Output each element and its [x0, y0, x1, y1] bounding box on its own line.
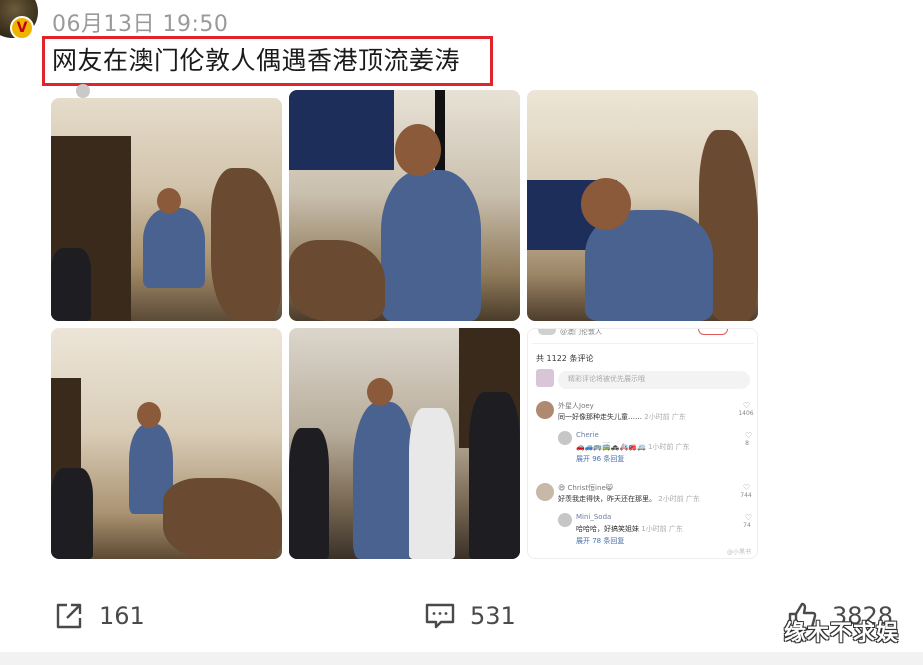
photo-2[interactable]	[289, 90, 520, 321]
photo-3[interactable]	[527, 90, 758, 321]
photo-1[interactable]	[51, 98, 282, 321]
heart-icon: ♡	[742, 401, 750, 410]
embedded-watermark: @小黑书	[726, 549, 751, 556]
bystander	[51, 468, 93, 559]
statue	[163, 478, 282, 559]
commenter-avatar	[536, 483, 554, 501]
statue	[211, 168, 281, 321]
heart-icon: ♡	[742, 483, 750, 492]
person-head	[157, 188, 181, 214]
comment-input: 精彩评论将被优先展示哦	[558, 371, 750, 389]
reply-text: 哈哈哈，好搞笑姐妹 1小时前 广东	[576, 525, 683, 533]
awning	[289, 90, 394, 170]
person-head	[137, 402, 161, 428]
follow-button	[698, 329, 728, 335]
reply-likes: 8	[745, 440, 749, 447]
heart-icon: ♡	[744, 431, 752, 440]
commenter-name: 😄 Christ恒ine😸	[558, 484, 614, 492]
comment-text: 同一好像那种走失儿童…… 2小时前 广东	[558, 413, 686, 421]
divider	[532, 343, 754, 344]
verified-badge-icon: V	[10, 16, 34, 40]
commenter-avatar	[536, 401, 554, 419]
statue	[289, 240, 385, 321]
share-count: 161	[99, 602, 145, 630]
post-title: 网友在澳门伦敦人偶遇香港顶流姜涛	[52, 46, 461, 75]
reply-text: 🚗🚙🚌🚎🚓🚑🚒🚐 1小时前 广东	[576, 443, 690, 451]
sticker-icon	[536, 369, 554, 387]
comment-button[interactable]: 531	[424, 597, 516, 635]
replier-avatar	[558, 431, 572, 445]
bystander	[469, 392, 520, 559]
embedded-post-header	[76, 84, 176, 98]
reply-likes: 74	[743, 522, 751, 529]
share-button[interactable]: 161	[53, 597, 145, 635]
bottom-divider	[0, 652, 923, 665]
replier-name: Mini_Soda	[576, 513, 612, 521]
watermark-text: 缘木不求娱	[784, 621, 900, 646]
replier-avatar	[558, 513, 572, 527]
bystander	[289, 428, 329, 559]
embedded-avatar	[538, 329, 556, 335]
post-timestamp: 06月13日 19:50	[52, 12, 229, 37]
embedded-avatar	[76, 84, 90, 98]
bystander	[51, 248, 91, 321]
person-figure	[143, 208, 205, 288]
commenter-name: 外星人Joey	[558, 402, 594, 410]
comment-text: 好羡我走得快，昨天还在那里。 2小时前 广东	[558, 495, 700, 503]
heart-icon: ♡	[744, 513, 752, 522]
comment-count: 531	[470, 602, 516, 630]
person-figure	[381, 170, 481, 321]
person-figure	[353, 402, 415, 559]
person-head	[581, 178, 631, 230]
comment-screenshot[interactable]: @澳门伦敦人 共 1122 条评论 精彩评论将被优先展示哦 外星人Joey 同一…	[527, 328, 758, 559]
person-head	[395, 124, 441, 176]
photo-5[interactable]	[289, 328, 520, 559]
comment-icon	[424, 600, 456, 632]
comment-likes: 744	[740, 492, 752, 499]
comment-likes: 1406	[738, 410, 754, 417]
share-icon	[53, 600, 85, 632]
expand-replies-link: 展开 96 条回复	[576, 455, 625, 463]
comment-count-label: 共 1122 条评论	[536, 354, 594, 363]
expand-replies-link: 展开 78 条回复	[576, 537, 625, 545]
photo-4[interactable]	[51, 328, 282, 559]
person-head	[367, 378, 393, 406]
embedded-header: @澳门伦敦人	[560, 328, 602, 336]
bystander	[409, 408, 455, 559]
replier-name: Cherie	[576, 431, 599, 439]
